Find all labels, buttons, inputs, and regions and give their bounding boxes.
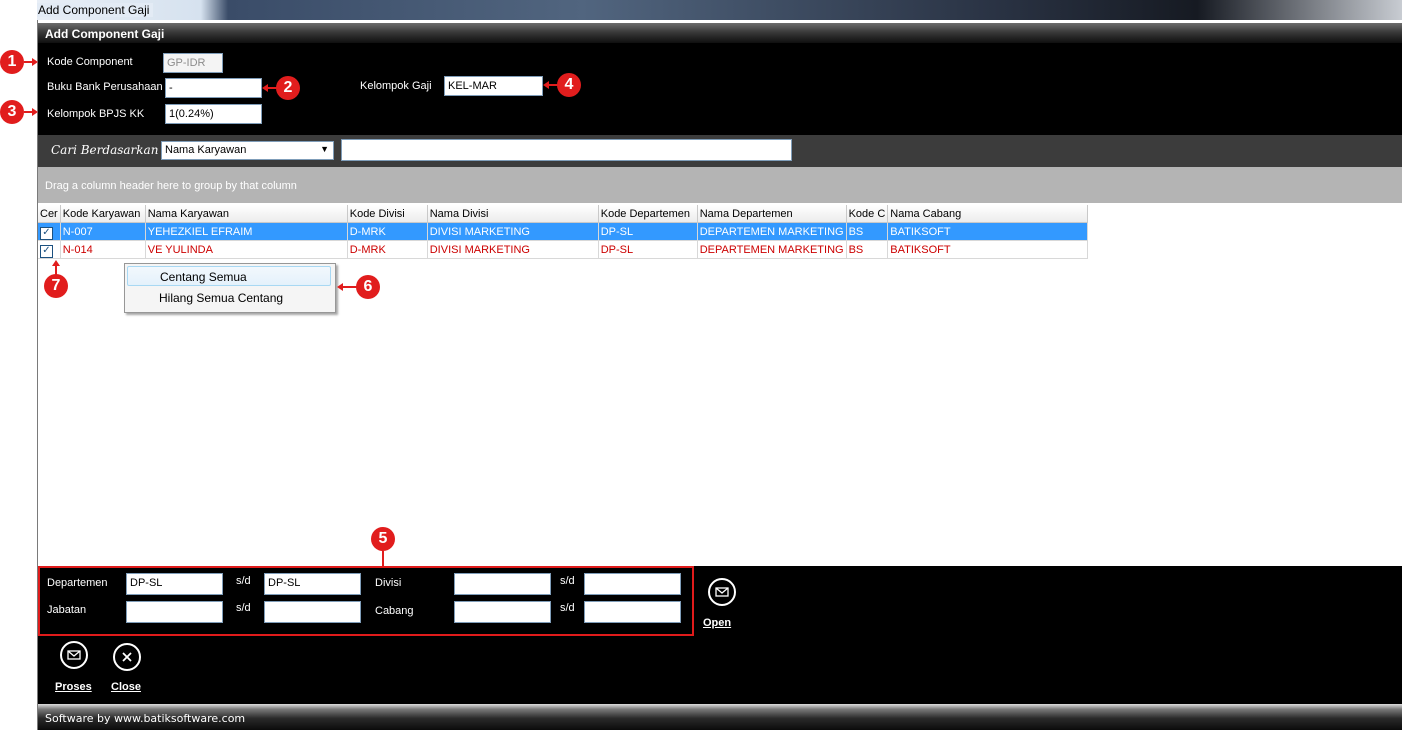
mail-icon [715, 587, 729, 597]
menu-item-label: Hilang Semua Centang [159, 291, 284, 305]
arrow-left-icon [262, 84, 268, 92]
callout-badge-1: 1 [0, 50, 24, 74]
callout-badge-5: 5 [371, 527, 395, 551]
buku-bank-label: Buku Bank Perusahaan [47, 81, 163, 93]
col-header-kode-cabang[interactable]: Kode C [846, 205, 889, 223]
callout-badge-3: 3 [0, 100, 24, 124]
window-titlebar: Add Component Gaji [37, 0, 1402, 20]
row-checkbox-cell[interactable]: ✓ [38, 222, 61, 241]
table-cell: DIVISI MARKETING [427, 222, 599, 241]
grid-header-row: Cer Kode Karyawan Nama Karyawan Kode Div… [38, 205, 1089, 223]
group-by-hint: Drag a column header here to group by th… [45, 180, 297, 192]
close-icon [122, 652, 132, 662]
col-header-nama-departemen[interactable]: Nama Departemen [697, 205, 847, 223]
kelompok-bpjs-input[interactable]: 1(0.24%) [165, 104, 262, 124]
callout-arrow [24, 61, 32, 63]
buku-bank-input[interactable]: - [165, 78, 262, 98]
window-title: Add Component Gaji [37, 3, 154, 17]
table-row[interactable]: ✓ N-007 YEHEZKIEL EFRAIM D-MRK DIVISI MA… [38, 222, 1089, 241]
employee-table: Cer Kode Karyawan Nama Karyawan Kode Div… [38, 205, 1089, 259]
callout-arrow [24, 111, 32, 113]
kode-component-input[interactable]: GP-IDR [163, 53, 223, 73]
callout-badge-6: 6 [356, 275, 380, 299]
footer-bar: Software by www.batiksoftware.com [38, 704, 1402, 730]
table-cell: DEPARTEMEN MARKETING [697, 240, 847, 259]
callout-arrow [55, 266, 57, 275]
search-panel: Cari Berdasarkan Nama Karyawan ▼ [38, 135, 1402, 167]
arrow-right-icon [32, 108, 38, 116]
callout-badge-4: 4 [557, 73, 581, 97]
group-by-panel[interactable]: Drag a column header here to group by th… [38, 167, 1402, 203]
col-header-kode-karyawan[interactable]: Kode Karyawan [60, 205, 146, 223]
table-cell: DP-SL [598, 240, 698, 259]
checkbox-checked-icon[interactable]: ✓ [40, 226, 53, 240]
mail-icon [67, 650, 81, 660]
col-header-centang[interactable]: Cer [38, 205, 61, 223]
table-row[interactable]: ✓ N-014 VE YULINDA D-MRK DIVISI MARKETIN… [38, 240, 1089, 259]
table-cell: N-014 [60, 240, 146, 259]
table-cell: D-MRK [347, 222, 428, 241]
menu-item-centang-semua[interactable]: Centang Semua [127, 266, 331, 286]
chevron-down-icon[interactable]: ▼ [320, 144, 329, 154]
table-cell: BS [846, 222, 889, 241]
filter-highlight-box [38, 566, 694, 636]
table-cell: BS [846, 240, 889, 259]
arrow-left-icon [543, 81, 549, 89]
checkbox-checked-icon[interactable]: ✓ [40, 244, 53, 258]
col-header-nama-divisi[interactable]: Nama Divisi [427, 205, 599, 223]
callout-arrow [343, 286, 357, 288]
table-cell: BATIKSOFT [887, 240, 1089, 259]
arrow-right-icon [32, 58, 38, 66]
table-cell: N-007 [60, 222, 146, 241]
open-button[interactable] [708, 578, 736, 606]
top-form-panel: Kode Component GP-IDR Buku Bank Perusaha… [38, 43, 1402, 135]
kelompok-bpjs-label: Kelompok BPJS KK [47, 108, 145, 120]
table-cell: BATIKSOFT [887, 222, 1089, 241]
table-cell: D-MRK [347, 240, 428, 259]
callout-arrow [268, 87, 277, 89]
menu-item-hilang-semua-centang[interactable]: Hilang Semua Centang [127, 288, 331, 308]
form-header-title: Add Component Gaji [45, 27, 165, 41]
callout-badge-2: 2 [276, 76, 300, 100]
row-checkbox-cell[interactable]: ✓ [38, 240, 61, 259]
search-label: Cari Berdasarkan [51, 143, 159, 157]
proses-button[interactable] [60, 641, 88, 669]
callout-badge-7: 7 [44, 274, 68, 298]
arrow-left-icon [337, 283, 343, 291]
kode-component-label: Kode Component [47, 56, 133, 68]
close-button-label[interactable]: Close [111, 681, 141, 693]
table-cell: DEPARTEMEN MARKETING [697, 222, 847, 241]
form-header: Add Component Gaji [38, 23, 1402, 43]
footer-text: Software by www.batiksoftware.com [45, 712, 246, 725]
callout-arrow [549, 84, 558, 86]
close-button[interactable] [113, 643, 141, 671]
search-input[interactable] [341, 139, 792, 161]
table-cell: VE YULINDA [145, 240, 348, 259]
arrow-up-icon [52, 260, 60, 266]
col-header-nama-cabang[interactable]: Nama Cabang [887, 205, 1089, 223]
open-button-label[interactable]: Open [703, 617, 731, 629]
kelompok-gaji-label: Kelompok Gaji [360, 80, 432, 92]
search-field-selected: Nama Karyawan [165, 144, 247, 156]
table-cell: YEHEZKIEL EFRAIM [145, 222, 348, 241]
context-menu: Centang Semua Hilang Semua Centang [124, 263, 336, 313]
menu-item-label: Centang Semua [160, 270, 247, 284]
col-header-nama-karyawan[interactable]: Nama Karyawan [145, 205, 348, 223]
search-field-select[interactable]: Nama Karyawan ▼ [161, 141, 334, 160]
col-header-kode-divisi[interactable]: Kode Divisi [347, 205, 428, 223]
employee-grid: Cer Kode Karyawan Nama Karyawan Kode Div… [38, 203, 1402, 566]
kelompok-gaji-input[interactable]: KEL-MAR [444, 76, 543, 96]
proses-button-label[interactable]: Proses [55, 681, 92, 693]
table-cell: DIVISI MARKETING [427, 240, 599, 259]
table-cell: DP-SL [598, 222, 698, 241]
col-header-kode-departemen[interactable]: Kode Departemen [598, 205, 698, 223]
callout-arrow [382, 551, 384, 566]
